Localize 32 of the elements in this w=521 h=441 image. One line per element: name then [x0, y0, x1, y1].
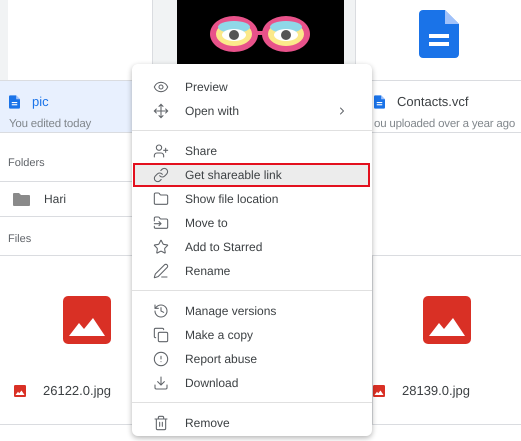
document-icon: [418, 10, 458, 58]
section-label: Folders: [7, 156, 45, 171]
folder-icon: [13, 192, 30, 206]
file-name: Contacts.vcf: [397, 94, 469, 109]
pen-icon: [153, 263, 169, 279]
file-card[interactable]: 28139.0.jpg: [372, 255, 521, 425]
copy-icon: [153, 327, 169, 343]
star-icon: [153, 239, 169, 255]
file-name: pic: [32, 94, 49, 109]
image-icon: [423, 296, 471, 344]
folder-name: Hari: [44, 192, 66, 206]
trash-icon: [153, 415, 169, 431]
menu-item[interactable]: Share: [133, 139, 370, 163]
alert-icon: [153, 351, 169, 367]
image-icon: [14, 384, 26, 396]
file-meta: You edited today: [9, 118, 92, 130]
file-meta: ou uploaded over a year ago: [374, 118, 516, 130]
add-person-icon: [153, 143, 169, 159]
history-icon: [153, 303, 169, 319]
folder-icon: [153, 191, 169, 207]
folder-arrow-icon: [153, 215, 169, 231]
download-icon: [153, 375, 169, 391]
document-icon: [9, 94, 20, 108]
eye-icon: [153, 79, 169, 95]
file-name: 26122.0.jpg: [43, 383, 111, 398]
section-label: Files: [7, 232, 32, 247]
menu-item[interactable]: Get shareable link: [133, 163, 370, 187]
document-icon: [374, 94, 385, 108]
image-icon: [63, 296, 111, 344]
move-arrows-icon: [153, 103, 169, 119]
link-icon: [153, 167, 169, 183]
file-name: 28139.0.jpg: [402, 383, 470, 398]
